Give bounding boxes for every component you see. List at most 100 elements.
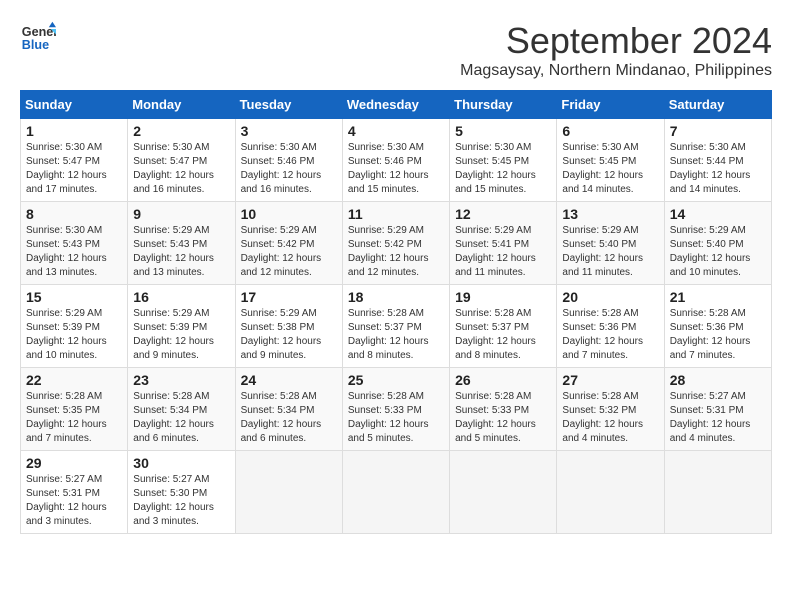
- day-header-sunday: Sunday: [21, 91, 128, 119]
- day-info: Sunrise: 5:29 AMSunset: 5:40 PMDaylight:…: [670, 225, 751, 278]
- day-info: Sunrise: 5:28 AMSunset: 5:37 PMDaylight:…: [455, 308, 536, 361]
- calendar-cell: [557, 451, 664, 534]
- calendar-cell: [664, 451, 771, 534]
- calendar-cell: [235, 451, 342, 534]
- calendar-cell: 17 Sunrise: 5:29 AMSunset: 5:38 PMDaylig…: [235, 285, 342, 368]
- calendar-week-2: 8 Sunrise: 5:30 AMSunset: 5:43 PMDayligh…: [21, 202, 772, 285]
- day-info: Sunrise: 5:28 AMSunset: 5:36 PMDaylight:…: [670, 308, 751, 361]
- day-number: 14: [670, 206, 766, 222]
- calendar-cell: 7 Sunrise: 5:30 AMSunset: 5:44 PMDayligh…: [664, 119, 771, 202]
- day-number: 22: [26, 372, 122, 388]
- calendar-cell: 21 Sunrise: 5:28 AMSunset: 5:36 PMDaylig…: [664, 285, 771, 368]
- calendar-cell: [342, 451, 449, 534]
- day-info: Sunrise: 5:28 AMSunset: 5:34 PMDaylight:…: [241, 391, 322, 444]
- day-info: Sunrise: 5:27 AMSunset: 5:31 PMDaylight:…: [26, 474, 107, 527]
- day-info: Sunrise: 5:29 AMSunset: 5:39 PMDaylight:…: [26, 308, 107, 361]
- calendar-week-5: 29 Sunrise: 5:27 AMSunset: 5:31 PMDaylig…: [21, 451, 772, 534]
- svg-text:Blue: Blue: [22, 38, 49, 52]
- calendar-cell: 13 Sunrise: 5:29 AMSunset: 5:40 PMDaylig…: [557, 202, 664, 285]
- day-info: Sunrise: 5:29 AMSunset: 5:40 PMDaylight:…: [562, 225, 643, 278]
- calendar-week-1: 1 Sunrise: 5:30 AMSunset: 5:47 PMDayligh…: [21, 119, 772, 202]
- day-number: 19: [455, 289, 551, 305]
- logo: General Blue: [20, 20, 56, 56]
- day-info: Sunrise: 5:28 AMSunset: 5:33 PMDaylight:…: [455, 391, 536, 444]
- day-number: 6: [562, 123, 658, 139]
- calendar-header-row: SundayMondayTuesdayWednesdayThursdayFrid…: [21, 91, 772, 119]
- header: General Blue September 2024 Magsaysay, N…: [20, 20, 772, 80]
- day-info: Sunrise: 5:29 AMSunset: 5:42 PMDaylight:…: [241, 225, 322, 278]
- calendar-cell: 4 Sunrise: 5:30 AMSunset: 5:46 PMDayligh…: [342, 119, 449, 202]
- day-number: 15: [26, 289, 122, 305]
- calendar-cell: 16 Sunrise: 5:29 AMSunset: 5:39 PMDaylig…: [128, 285, 235, 368]
- calendar-cell: 8 Sunrise: 5:30 AMSunset: 5:43 PMDayligh…: [21, 202, 128, 285]
- logo-icon: General Blue: [20, 20, 56, 56]
- day-header-tuesday: Tuesday: [235, 91, 342, 119]
- day-number: 30: [133, 455, 229, 471]
- calendar-cell: 15 Sunrise: 5:29 AMSunset: 5:39 PMDaylig…: [21, 285, 128, 368]
- day-info: Sunrise: 5:28 AMSunset: 5:33 PMDaylight:…: [348, 391, 429, 444]
- calendar-cell: 28 Sunrise: 5:27 AMSunset: 5:31 PMDaylig…: [664, 368, 771, 451]
- day-number: 3: [241, 123, 337, 139]
- day-number: 29: [26, 455, 122, 471]
- day-number: 16: [133, 289, 229, 305]
- calendar-cell: 29 Sunrise: 5:27 AMSunset: 5:31 PMDaylig…: [21, 451, 128, 534]
- calendar-cell: 22 Sunrise: 5:28 AMSunset: 5:35 PMDaylig…: [21, 368, 128, 451]
- calendar-cell: 25 Sunrise: 5:28 AMSunset: 5:33 PMDaylig…: [342, 368, 449, 451]
- day-number: 24: [241, 372, 337, 388]
- calendar-cell: 12 Sunrise: 5:29 AMSunset: 5:41 PMDaylig…: [450, 202, 557, 285]
- day-header-thursday: Thursday: [450, 91, 557, 119]
- day-number: 1: [26, 123, 122, 139]
- day-info: Sunrise: 5:30 AMSunset: 5:46 PMDaylight:…: [348, 142, 429, 195]
- day-number: 2: [133, 123, 229, 139]
- day-header-monday: Monday: [128, 91, 235, 119]
- day-info: Sunrise: 5:30 AMSunset: 5:44 PMDaylight:…: [670, 142, 751, 195]
- day-number: 18: [348, 289, 444, 305]
- month-title: September 2024: [460, 20, 772, 62]
- day-info: Sunrise: 5:28 AMSunset: 5:32 PMDaylight:…: [562, 391, 643, 444]
- day-number: 4: [348, 123, 444, 139]
- day-info: Sunrise: 5:28 AMSunset: 5:36 PMDaylight:…: [562, 308, 643, 361]
- calendar-cell: 14 Sunrise: 5:29 AMSunset: 5:40 PMDaylig…: [664, 202, 771, 285]
- calendar-cell: 6 Sunrise: 5:30 AMSunset: 5:45 PMDayligh…: [557, 119, 664, 202]
- calendar-cell: 2 Sunrise: 5:30 AMSunset: 5:47 PMDayligh…: [128, 119, 235, 202]
- day-number: 20: [562, 289, 658, 305]
- day-info: Sunrise: 5:30 AMSunset: 5:43 PMDaylight:…: [26, 225, 107, 278]
- calendar-cell: 24 Sunrise: 5:28 AMSunset: 5:34 PMDaylig…: [235, 368, 342, 451]
- title-section: September 2024 Magsaysay, Northern Minda…: [460, 20, 772, 80]
- calendar-cell: 9 Sunrise: 5:29 AMSunset: 5:43 PMDayligh…: [128, 202, 235, 285]
- day-info: Sunrise: 5:30 AMSunset: 5:47 PMDaylight:…: [133, 142, 214, 195]
- calendar-table: SundayMondayTuesdayWednesdayThursdayFrid…: [20, 90, 772, 534]
- day-info: Sunrise: 5:30 AMSunset: 5:45 PMDaylight:…: [562, 142, 643, 195]
- day-number: 27: [562, 372, 658, 388]
- day-info: Sunrise: 5:29 AMSunset: 5:38 PMDaylight:…: [241, 308, 322, 361]
- calendar-cell: 18 Sunrise: 5:28 AMSunset: 5:37 PMDaylig…: [342, 285, 449, 368]
- calendar-cell: 19 Sunrise: 5:28 AMSunset: 5:37 PMDaylig…: [450, 285, 557, 368]
- day-number: 28: [670, 372, 766, 388]
- calendar-cell: 26 Sunrise: 5:28 AMSunset: 5:33 PMDaylig…: [450, 368, 557, 451]
- day-info: Sunrise: 5:29 AMSunset: 5:41 PMDaylight:…: [455, 225, 536, 278]
- calendar-cell: 20 Sunrise: 5:28 AMSunset: 5:36 PMDaylig…: [557, 285, 664, 368]
- day-info: Sunrise: 5:29 AMSunset: 5:39 PMDaylight:…: [133, 308, 214, 361]
- day-number: 12: [455, 206, 551, 222]
- day-number: 9: [133, 206, 229, 222]
- day-number: 8: [26, 206, 122, 222]
- day-number: 13: [562, 206, 658, 222]
- day-info: Sunrise: 5:27 AMSunset: 5:30 PMDaylight:…: [133, 474, 214, 527]
- day-number: 5: [455, 123, 551, 139]
- day-info: Sunrise: 5:29 AMSunset: 5:43 PMDaylight:…: [133, 225, 214, 278]
- calendar-cell: 3 Sunrise: 5:30 AMSunset: 5:46 PMDayligh…: [235, 119, 342, 202]
- day-number: 10: [241, 206, 337, 222]
- day-header-saturday: Saturday: [664, 91, 771, 119]
- day-number: 23: [133, 372, 229, 388]
- day-number: 17: [241, 289, 337, 305]
- calendar-cell: 10 Sunrise: 5:29 AMSunset: 5:42 PMDaylig…: [235, 202, 342, 285]
- day-info: Sunrise: 5:28 AMSunset: 5:37 PMDaylight:…: [348, 308, 429, 361]
- day-number: 25: [348, 372, 444, 388]
- day-info: Sunrise: 5:27 AMSunset: 5:31 PMDaylight:…: [670, 391, 751, 444]
- day-number: 21: [670, 289, 766, 305]
- day-info: Sunrise: 5:29 AMSunset: 5:42 PMDaylight:…: [348, 225, 429, 278]
- calendar-cell: 5 Sunrise: 5:30 AMSunset: 5:45 PMDayligh…: [450, 119, 557, 202]
- calendar-cell: 1 Sunrise: 5:30 AMSunset: 5:47 PMDayligh…: [21, 119, 128, 202]
- calendar-body: 1 Sunrise: 5:30 AMSunset: 5:47 PMDayligh…: [21, 119, 772, 534]
- day-number: 7: [670, 123, 766, 139]
